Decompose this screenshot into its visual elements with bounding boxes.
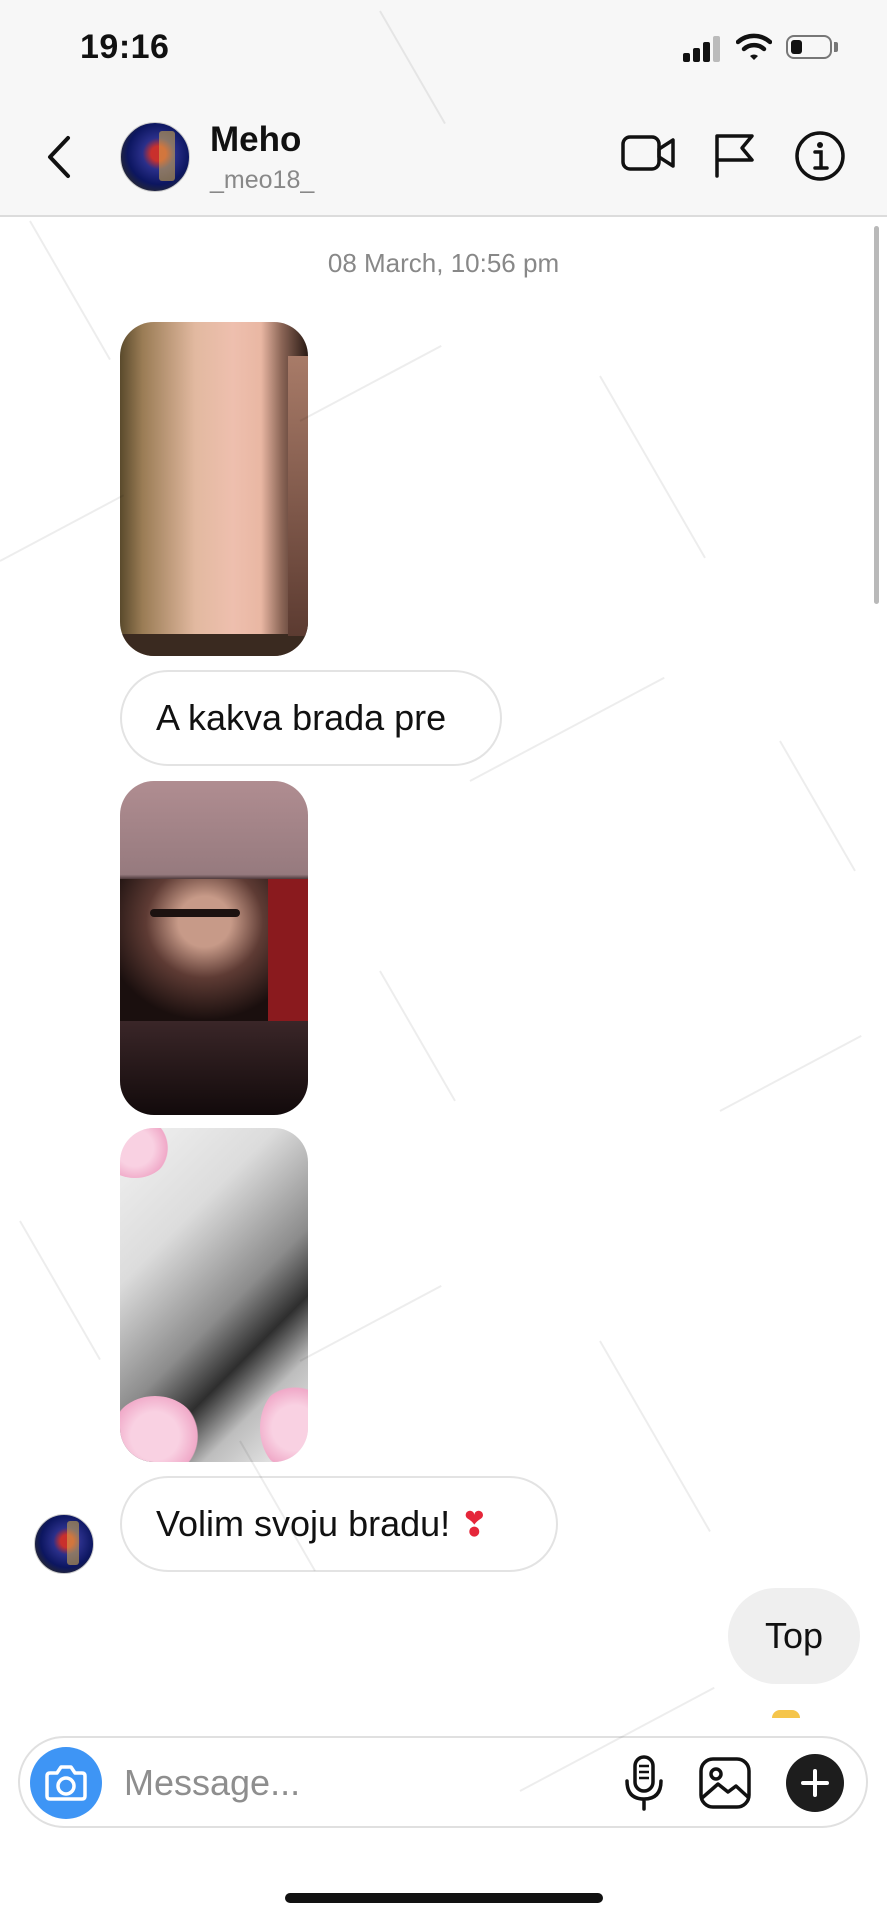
photo-message[interactable]	[120, 1128, 308, 1462]
message-composer	[18, 1736, 868, 1828]
camera-button[interactable]	[30, 1747, 102, 1819]
emoji-peek	[772, 1710, 800, 1718]
photo-message[interactable]	[120, 781, 308, 1115]
status-time: 19:16	[80, 28, 170, 66]
message-input[interactable]	[122, 1758, 626, 1808]
camera-icon	[45, 1765, 87, 1801]
status-bar: 19:16	[0, 0, 887, 100]
video-camera-icon[interactable]	[620, 130, 676, 176]
scrollbar[interactable]	[874, 226, 879, 604]
message-date: 08 March, 10:56 pm	[327, 248, 560, 278]
info-icon[interactable]	[794, 130, 846, 182]
flag-icon[interactable]	[712, 130, 756, 178]
contact-username[interactable]: _meo18_	[210, 166, 314, 195]
message-text: A kakva brada pre	[156, 697, 447, 738]
contact-avatar-small[interactable]	[34, 1514, 94, 1574]
received-message-bubble[interactable]: A kakva brada pre	[120, 670, 502, 766]
battery-cap	[834, 42, 838, 52]
contact-name[interactable]: Meho	[210, 120, 301, 160]
plus-icon	[801, 1769, 829, 1797]
received-message-bubble[interactable]: Volim svoju bradu! ❣	[120, 1476, 558, 1572]
signal-icon	[683, 36, 723, 62]
contact-avatar[interactable]	[120, 122, 190, 192]
message-text: Top	[764, 1615, 824, 1656]
microphone-icon[interactable]	[622, 1754, 666, 1812]
wifi-icon	[736, 33, 772, 60]
chevron-left-icon[interactable]	[44, 134, 74, 180]
gallery-icon[interactable]	[698, 1756, 752, 1810]
home-indicator	[285, 1893, 603, 1903]
chat-header: Meho _meo18_	[0, 100, 887, 217]
heart-exclamation-emoji: ❣	[460, 1506, 489, 1544]
sent-message-bubble[interactable]: Top	[728, 1588, 860, 1684]
battery-icon	[786, 35, 832, 59]
photo-content	[120, 879, 308, 1021]
plus-button[interactable]	[786, 1754, 844, 1812]
message-text: Volim svoju bradu!	[156, 1503, 451, 1544]
photo-message[interactable]	[120, 322, 308, 656]
